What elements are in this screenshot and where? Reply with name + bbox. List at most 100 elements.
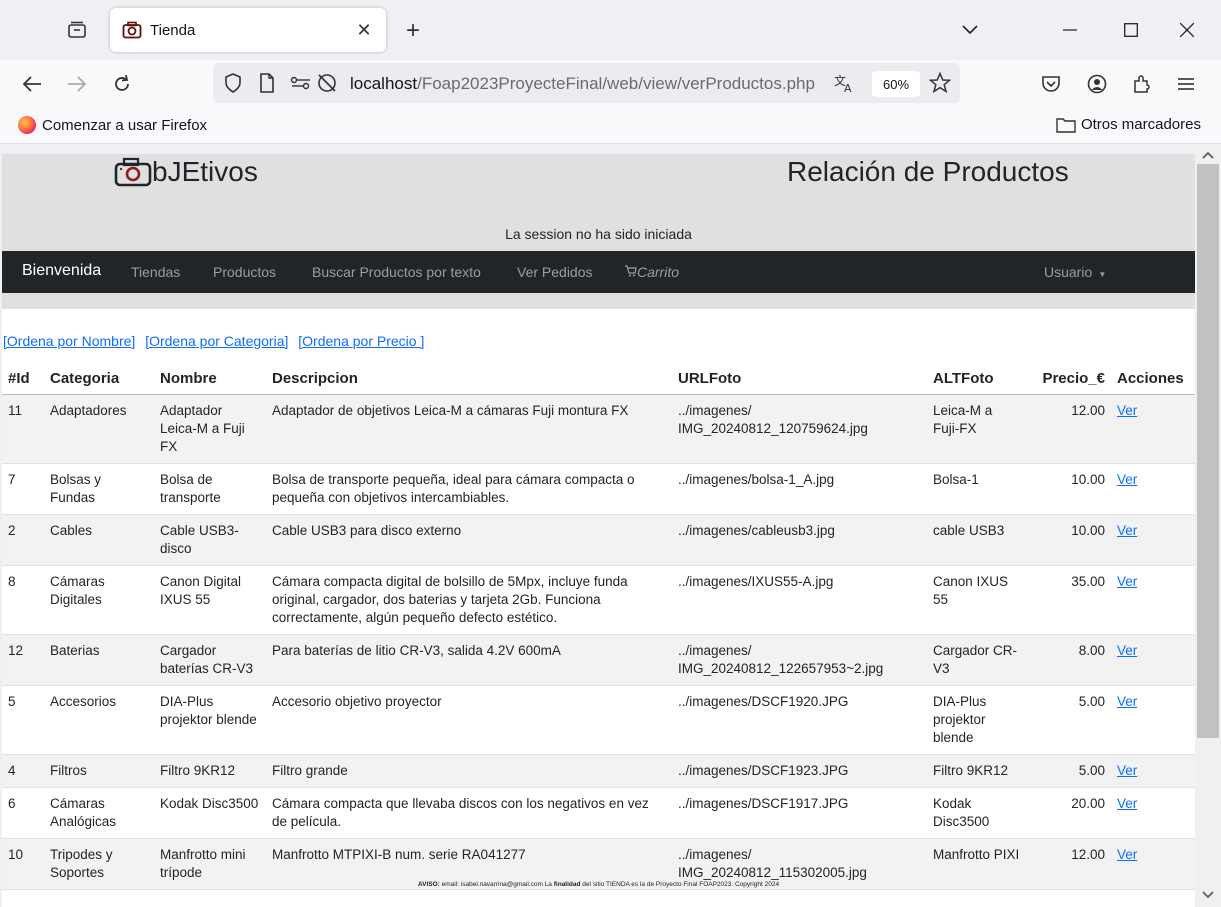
cell-acciones: Ver — [1111, 754, 1195, 788]
tracking-blocked-icon[interactable] — [316, 72, 338, 94]
new-tab-icon[interactable]: + — [398, 16, 428, 46]
permissions-icon[interactable] — [290, 72, 312, 94]
cell-id: 6 — [2, 787, 44, 839]
cell-acciones: Ver — [1111, 634, 1195, 686]
chevron-down-icon[interactable] — [950, 12, 990, 48]
table-row: 5 Accesorios DIA-Plus projektor blende Acce… — [2, 685, 1195, 755]
bookmarks-toolbar: Comenzar a usar Firefox Otros marcadores — [0, 106, 1221, 144]
cell-id: 5 — [2, 685, 44, 755]
nav-item-productos[interactable]: Productos — [213, 264, 276, 280]
forward-arrow-icon[interactable] — [61, 68, 93, 100]
cell-nombre: Cable USB3-disco — [154, 514, 266, 566]
cell-nombre: Kodak Disc3500 — [154, 787, 266, 839]
cell-urlfoto: ../imagenes/IXUS55-A.jpg — [672, 565, 927, 635]
cell-categoria: Accesorios — [44, 685, 154, 755]
shield-icon[interactable] — [222, 72, 244, 94]
footer-finalidad: finalidad — [553, 881, 581, 888]
cell-acciones: Ver — [1111, 514, 1195, 566]
cell-urlfoto: ../imagenes/cableusb3.jpg — [672, 514, 927, 566]
scroll-down-icon[interactable] — [1197, 886, 1219, 904]
reload-icon[interactable] — [106, 68, 138, 100]
zoom-level[interactable]: 60% — [872, 71, 920, 97]
window-close-icon[interactable] — [1167, 12, 1207, 48]
tab-list-icon[interactable] — [58, 14, 96, 46]
extensions-icon[interactable] — [1126, 68, 1158, 100]
table-row: 2 Cables Cable USB3-disco Cable USB3 para d… — [2, 514, 1195, 566]
maximize-icon[interactable] — [1111, 12, 1151, 48]
cell-precio: 12.00 — [1027, 394, 1111, 464]
ver-link[interactable]: Ver — [1117, 574, 1137, 589]
cell-descripcion: Cámara compacta digital de bolsillo de 5… — [266, 565, 672, 635]
star-bookmark-icon[interactable] — [929, 72, 951, 94]
cell-urlfoto: ../imagenes/DSCF1923.JPG — [672, 754, 927, 788]
close-tab-icon[interactable]: ✕ — [350, 16, 378, 44]
scrollbar-thumb[interactable] — [1197, 164, 1219, 738]
cell-id: 8 — [2, 565, 44, 635]
ver-link[interactable]: Ver — [1117, 847, 1137, 862]
cell-acciones: Ver — [1111, 787, 1195, 839]
firefox-logo-icon — [18, 116, 36, 134]
nav-user-dropdown[interactable]: Usuario ▼ — [1044, 264, 1106, 280]
cell-altfoto: DIA-Plus projektor blende — [927, 685, 1027, 755]
caret-down-icon: ▼ — [1096, 270, 1107, 279]
sort-by-category-link[interactable]: [Ordena por Categoria] — [145, 333, 288, 349]
menu-icon[interactable] — [1170, 68, 1202, 100]
cell-acciones: Ver — [1111, 394, 1195, 464]
nav-item-pedidos[interactable]: Ver Pedidos — [517, 264, 593, 280]
site-logo[interactable]: bJEtivos — [114, 156, 258, 188]
cell-categoria: Bolsas y Fundas — [44, 463, 154, 515]
other-bookmarks[interactable]: Otros marcadores — [1056, 116, 1201, 133]
ver-link[interactable]: Ver — [1117, 403, 1137, 418]
footer-aviso: AVISO: — [417, 881, 440, 888]
cell-categoria: Adaptadores — [44, 394, 154, 464]
account-icon[interactable] — [1081, 68, 1113, 100]
cell-nombre: Filtro 9KR12 — [154, 754, 266, 788]
table-row: 12 Baterias Cargador baterías CR-V3 Para ba… — [2, 634, 1195, 686]
footer-email: email: isabel.navarrina@gmail.com La — [441, 881, 552, 888]
ver-link[interactable]: Ver — [1117, 763, 1137, 778]
ver-link[interactable]: Ver — [1117, 796, 1137, 811]
scroll-up-icon[interactable] — [1197, 146, 1219, 164]
ver-link[interactable]: Ver — [1117, 523, 1137, 538]
cell-descripcion: Adaptador de objetivos Leica-M a cámaras… — [266, 394, 672, 464]
cell-altfoto: Canon IXUS 55 — [927, 565, 1027, 635]
url-text[interactable]: localhost/Foap2023ProyecteFinal/web/view… — [350, 74, 815, 94]
cell-id: 4 — [2, 754, 44, 788]
site-header: bJEtivos Relación de Productos La sessio… — [2, 154, 1195, 251]
cell-precio: 10.00 — [1027, 463, 1111, 515]
cell-precio: 5.00 — [1027, 754, 1111, 788]
url-bar[interactable]: localhost/Foap2023ProyecteFinal/web/view… — [213, 63, 960, 103]
cell-categoria: Cámaras Analógicas — [44, 787, 154, 839]
cell-urlfoto: ../imagenes/ IMG_20240812_122657953~2.jp… — [672, 634, 927, 686]
cell-descripcion: Cable USB3 para disco externo — [266, 514, 672, 566]
minimize-icon[interactable] — [1050, 12, 1090, 48]
table-row: 7 Bolsas y Fundas Bolsa de transporte Bolsa… — [2, 463, 1195, 515]
session-message: La session no ha sido iniciada — [505, 226, 692, 242]
pocket-icon[interactable] — [1035, 68, 1067, 100]
back-arrow-icon[interactable] — [16, 68, 48, 100]
col-header-urlfoto: URLFoto — [672, 366, 927, 395]
translate-icon[interactable]: 文A — [834, 72, 856, 94]
footer-rest: del sitio TIENDA es la de Proyecto Final… — [582, 881, 780, 888]
ver-link[interactable]: Ver — [1117, 472, 1137, 487]
sort-by-name-link[interactable]: [Ordena por Nombre] — [3, 333, 135, 349]
ver-link[interactable]: Ver — [1117, 643, 1137, 658]
nav-brand-bienvenida[interactable]: Bienvenida — [22, 262, 101, 280]
cell-altfoto: Kodak Disc3500 — [927, 787, 1027, 839]
page-title: Relación de Productos — [787, 156, 1069, 187]
cell-urlfoto: ../imagenes/DSCF1917.JPG — [672, 787, 927, 839]
page-icon[interactable] — [256, 72, 278, 94]
sort-by-price-link[interactable]: [Ordena por Precio ] — [298, 333, 424, 349]
nav-item-tiendas[interactable]: Tiendas — [131, 264, 180, 280]
other-bookmarks-label: Otros marcadores — [1080, 116, 1201, 133]
bookmark-getting-started[interactable]: Comenzar a usar Firefox — [18, 116, 207, 134]
cell-descripcion: Filtro grande — [266, 754, 672, 788]
bookmark-label: Comenzar a usar Firefox — [42, 116, 208, 134]
nav-item-buscar[interactable]: Buscar Productos por texto — [312, 264, 481, 280]
ver-link[interactable]: Ver — [1117, 694, 1137, 709]
cell-altfoto: Bolsa-1 — [927, 463, 1027, 515]
tab-tienda[interactable]: Tienda ✕ — [110, 8, 386, 52]
cell-descripcion: Cámara compacta que llevaba discos con l… — [266, 787, 672, 839]
cell-nombre: Cargador baterías CR-V3 — [154, 634, 266, 686]
nav-item-carrito[interactable]: Carrito — [625, 264, 679, 280]
